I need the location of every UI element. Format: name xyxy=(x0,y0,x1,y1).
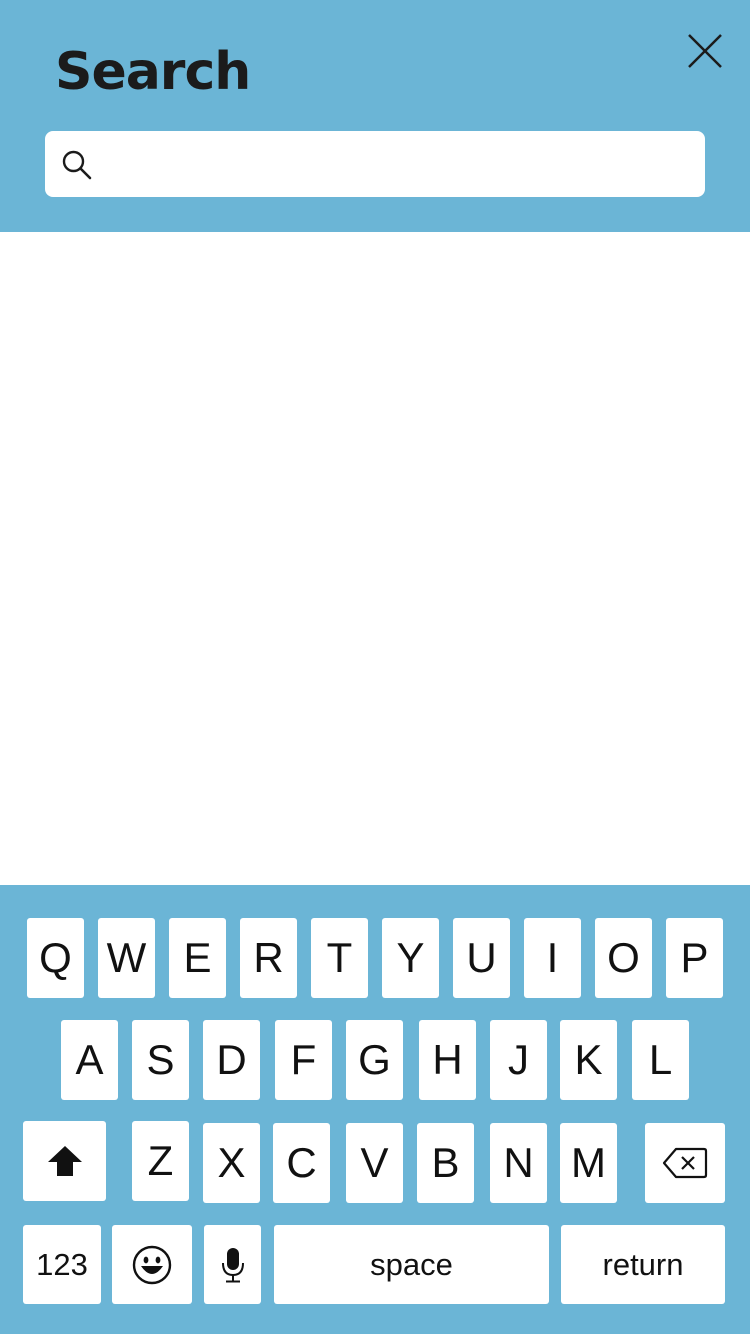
page-title: Search xyxy=(55,42,251,102)
emoji-icon xyxy=(132,1245,172,1284)
microphone-key[interactable] xyxy=(204,1225,261,1304)
key-o[interactable]: O xyxy=(595,918,652,998)
return-key[interactable]: return xyxy=(561,1225,725,1304)
key-j[interactable]: J xyxy=(490,1020,547,1100)
key-d[interactable]: D xyxy=(203,1020,260,1100)
key-e[interactable]: E xyxy=(169,918,226,998)
backspace-icon xyxy=(662,1147,708,1179)
shift-icon xyxy=(47,1146,82,1176)
search-field[interactable] xyxy=(45,131,705,197)
key-m[interactable]: M xyxy=(560,1123,617,1203)
backspace-key[interactable] xyxy=(645,1123,725,1203)
key-z[interactable]: Z xyxy=(132,1121,189,1201)
close-icon xyxy=(688,34,722,68)
space-key[interactable]: space xyxy=(274,1225,549,1304)
key-a[interactable]: A xyxy=(61,1020,118,1100)
close-button[interactable] xyxy=(684,30,726,72)
numbers-key[interactable]: 123 xyxy=(23,1225,101,1304)
key-w[interactable]: W xyxy=(98,918,155,998)
search-header: Search xyxy=(0,0,750,232)
key-l[interactable]: L xyxy=(632,1020,689,1100)
key-x[interactable]: X xyxy=(203,1123,260,1203)
key-s[interactable]: S xyxy=(132,1020,189,1100)
key-f[interactable]: F xyxy=(275,1020,332,1100)
keyboard: Q W E R T Y U I O P A S D F G H J K L Z … xyxy=(0,885,750,1334)
key-t[interactable]: T xyxy=(311,918,368,998)
key-u[interactable]: U xyxy=(453,918,510,998)
key-n[interactable]: N xyxy=(490,1123,547,1203)
search-icon xyxy=(62,150,92,180)
key-v[interactable]: V xyxy=(346,1123,403,1203)
key-r[interactable]: R xyxy=(240,918,297,998)
search-input[interactable] xyxy=(105,131,695,197)
shift-key[interactable] xyxy=(23,1121,106,1201)
key-p[interactable]: P xyxy=(666,918,723,998)
key-y[interactable]: Y xyxy=(382,918,439,998)
results-area xyxy=(0,232,750,885)
microphone-icon xyxy=(221,1247,244,1282)
emoji-key[interactable] xyxy=(112,1225,192,1304)
key-h[interactable]: H xyxy=(419,1020,476,1100)
key-k[interactable]: K xyxy=(560,1020,617,1100)
key-c[interactable]: C xyxy=(273,1123,330,1203)
key-b[interactable]: B xyxy=(417,1123,474,1203)
key-g[interactable]: G xyxy=(346,1020,403,1100)
key-i[interactable]: I xyxy=(524,918,581,998)
key-q[interactable]: Q xyxy=(27,918,84,998)
